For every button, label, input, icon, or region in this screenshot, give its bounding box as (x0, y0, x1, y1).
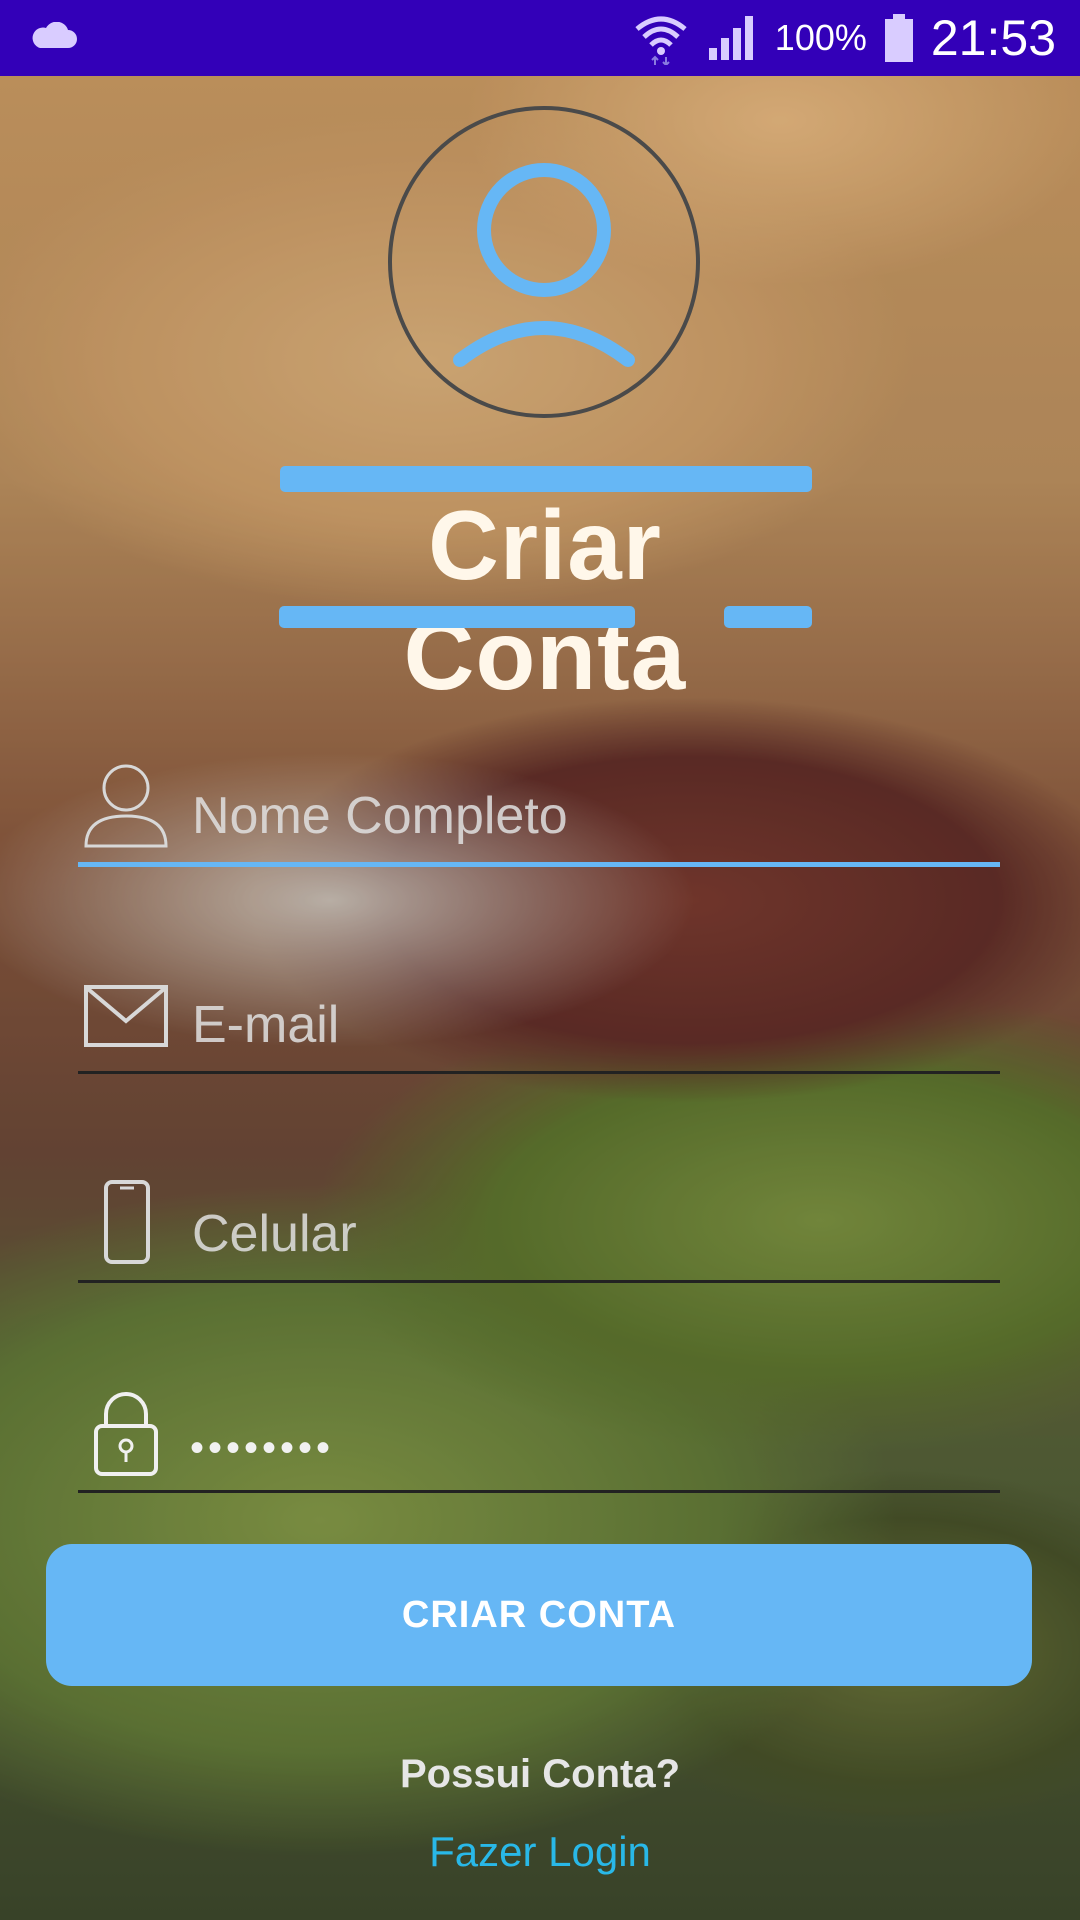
battery-icon (884, 14, 913, 62)
wifi-icon (635, 16, 687, 65)
person-icon (84, 764, 168, 848)
cloud-icon (32, 22, 77, 48)
title-bottom-bar-left (279, 606, 635, 628)
envelope-icon (84, 985, 168, 1047)
name-input[interactable] (190, 780, 984, 852)
signup-screen: Criar Conta •••••••• CRIAR (0, 0, 1080, 1920)
user-avatar-icon (388, 106, 700, 418)
signal-icon (708, 16, 753, 60)
clock: 21:53 (930, 10, 1056, 66)
password-field: •••••••• (78, 1380, 1000, 1493)
login-link[interactable]: Fazer Login (0, 1828, 1080, 1876)
have-account-label: Possui Conta? (399, 1752, 681, 1796)
phone-icon (104, 1180, 150, 1264)
email-field (78, 961, 1000, 1074)
password-input[interactable]: •••••••• (190, 1426, 334, 1470)
battery-percentage: 100% (774, 17, 867, 58)
phone-field (78, 1170, 1000, 1283)
status-bar: 100% 21:53 (0, 0, 1080, 76)
lock-icon (94, 1392, 158, 1476)
title-top-bar (280, 466, 812, 492)
title-block: Criar Conta (275, 462, 815, 710)
name-field (78, 752, 1000, 867)
page-title: Criar Conta (403, 490, 687, 710)
create-account-button[interactable]: CRIAR CONTA (46, 1544, 1032, 1686)
title-bottom-bar-right (724, 606, 812, 628)
phone-input[interactable] (190, 1198, 984, 1270)
email-input[interactable] (190, 989, 984, 1061)
